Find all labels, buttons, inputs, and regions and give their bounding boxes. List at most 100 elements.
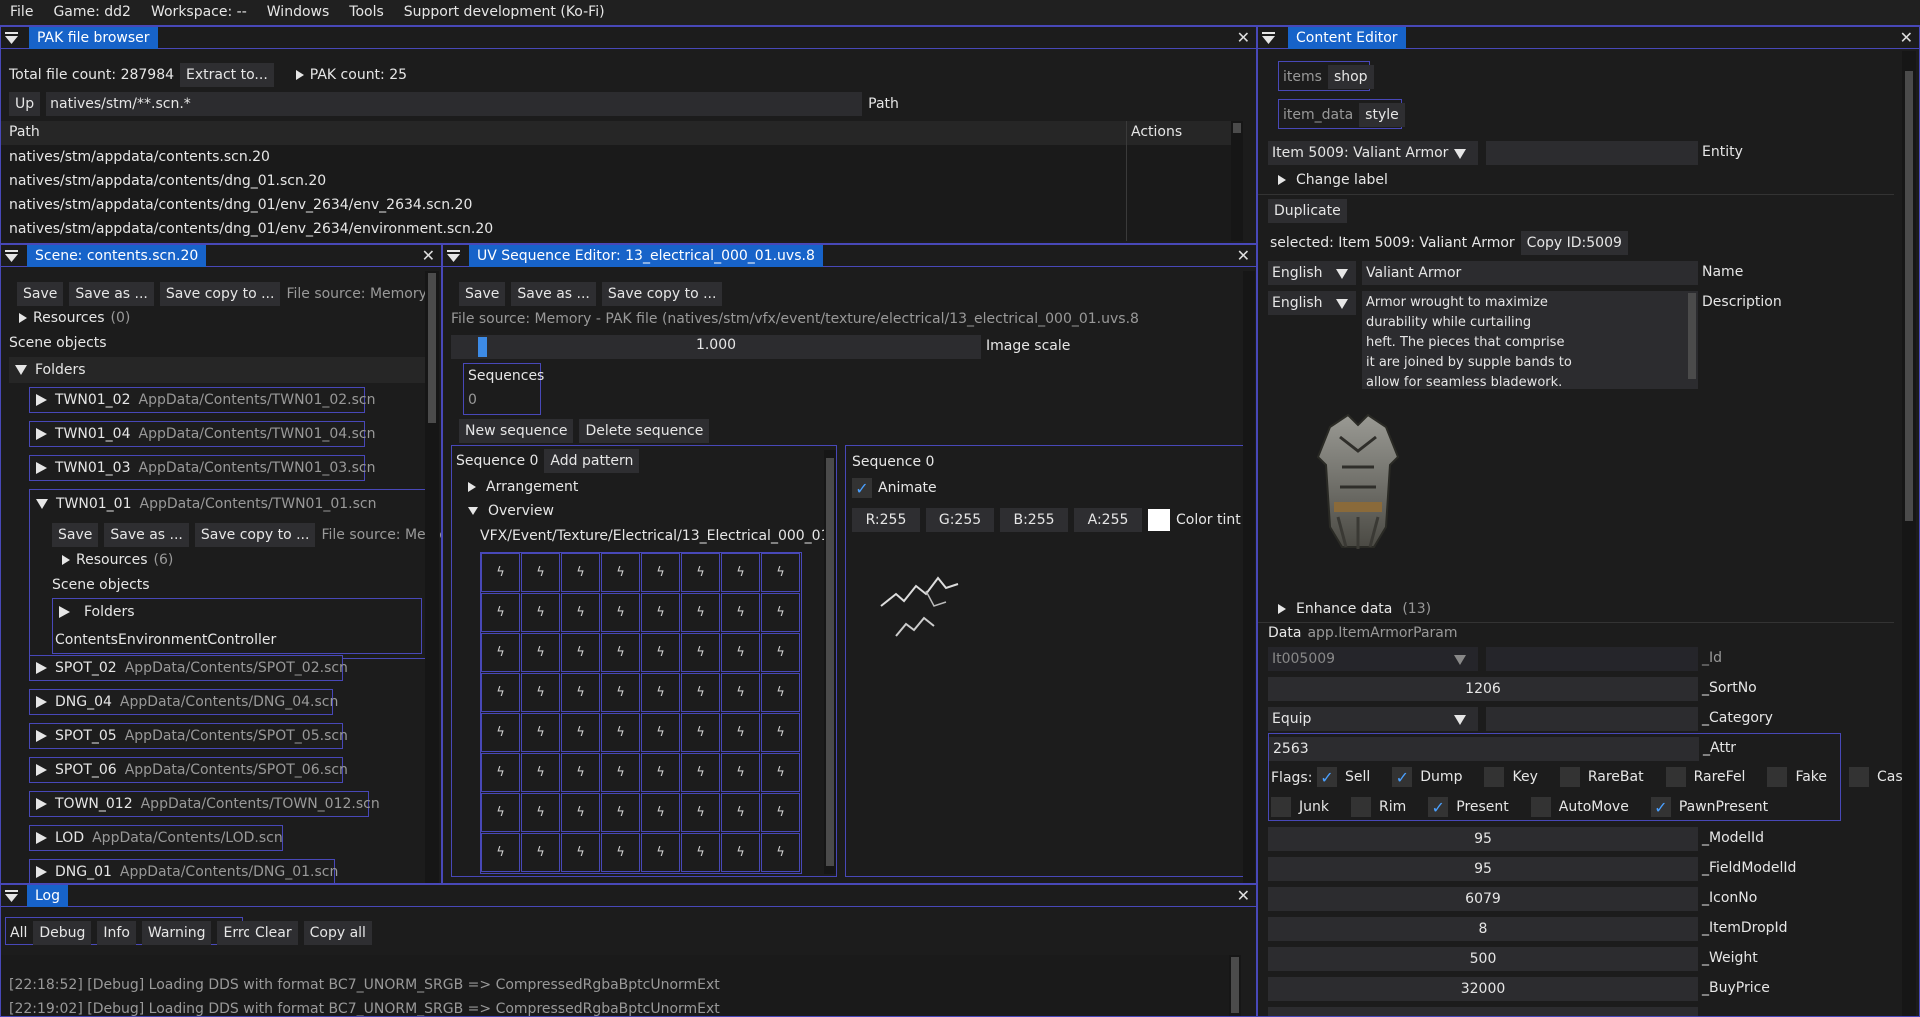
entity-search-input[interactable]: [1486, 141, 1698, 165]
menu-tools[interactable]: Tools: [349, 4, 384, 20]
expand-icon[interactable]: [468, 482, 476, 492]
duplicate-button[interactable]: Duplicate: [1268, 199, 1347, 223]
expand-icon[interactable]: [59, 606, 70, 618]
uv-pattern-cell[interactable]: ϟ: [641, 713, 680, 752]
save-button[interactable]: Save: [459, 282, 506, 306]
scrollbar[interactable]: [824, 450, 836, 874]
uv-pattern-cell[interactable]: ϟ: [521, 633, 560, 672]
sellprice-input-partial[interactable]: [1268, 1007, 1698, 1016]
col-actions[interactable]: Actions: [1131, 124, 1182, 140]
expand-icon[interactable]: [36, 798, 47, 810]
uv-pattern-cell[interactable]: ϟ: [481, 713, 520, 752]
window-menu-icon[interactable]: [5, 250, 18, 262]
folders-label[interactable]: Folders: [84, 604, 135, 620]
uv-pattern-cell[interactable]: ϟ: [681, 673, 720, 712]
up-button[interactable]: Up: [9, 92, 41, 116]
uv-pattern-cell[interactable]: ϟ: [641, 593, 680, 632]
flag-sell-checkbox[interactable]: ✓: [1317, 767, 1337, 787]
uv-pattern-cell[interactable]: ϟ: [761, 833, 800, 872]
save-copy-button[interactable]: Save copy to ...: [159, 282, 281, 306]
id-dropdown[interactable]: It005009: [1268, 647, 1478, 671]
menu-support[interactable]: Support development (Ko-Fi): [404, 4, 605, 20]
scene-node-lod[interactable]: LOD AppData/Contents/LOD.scn: [29, 825, 283, 851]
weight-input[interactable]: 500: [1268, 947, 1698, 971]
col-path[interactable]: Path: [9, 124, 40, 140]
scene-node-twn01-04[interactable]: TWN01_04 AppData/Contents/TWN01_04.scn: [29, 421, 376, 447]
save-as-button[interactable]: Save as ...: [511, 282, 596, 306]
expand-icon[interactable]: [36, 696, 47, 708]
sortno-input[interactable]: 1206: [1268, 677, 1698, 701]
file-row[interactable]: natives/stm/appdata/contents/dng_01.scn.…: [9, 173, 326, 189]
scrollbar[interactable]: [1243, 271, 1255, 883]
file-row[interactable]: natives/stm/appdata/contents/dng_01/env_…: [9, 197, 472, 213]
tab-uv-editor[interactable]: UV Sequence Editor: 13_electrical_000_01…: [469, 245, 823, 267]
delete-sequence-button[interactable]: Delete sequence: [579, 419, 710, 443]
close-icon[interactable]: ✕: [1237, 28, 1250, 47]
pak-count[interactable]: PAK count: 25: [310, 67, 407, 83]
uv-pattern-cell[interactable]: ϟ: [761, 793, 800, 832]
flag-rarebat-checkbox[interactable]: [1559, 767, 1580, 787]
description-textarea[interactable]: Armor wrought to maximize durability whi…: [1362, 291, 1698, 390]
uv-pattern-cell[interactable]: ϟ: [721, 553, 760, 592]
uv-pattern-cell[interactable]: ϟ: [761, 633, 800, 672]
uv-pattern-cell[interactable]: ϟ: [481, 553, 520, 592]
uv-pattern-cell[interactable]: ϟ: [561, 833, 600, 872]
uv-pattern-cell[interactable]: ϟ: [601, 553, 640, 592]
scrollbar[interactable]: [1229, 955, 1241, 1016]
expand-icon[interactable]: [36, 866, 47, 878]
uv-pattern-cell[interactable]: ϟ: [481, 633, 520, 672]
flag-automove-checkbox[interactable]: [1530, 797, 1551, 817]
tab-pak-browser[interactable]: PAK file browser: [29, 27, 158, 49]
close-icon[interactable]: ✕: [1237, 246, 1250, 265]
uv-pattern-cell[interactable]: ϟ: [721, 713, 760, 752]
uv-pattern-cell[interactable]: ϟ: [721, 633, 760, 672]
flag-key-checkbox[interactable]: [1484, 767, 1505, 787]
category-search-input[interactable]: [1486, 707, 1698, 731]
resources-node[interactable]: Resources: [33, 310, 105, 326]
scene-node-spot05[interactable]: SPOT_05 AppData/Contents/SPOT_05.scn: [29, 723, 348, 749]
save-as-button[interactable]: Save as ...: [104, 523, 189, 547]
fieldmodelid-input[interactable]: 95: [1268, 857, 1698, 881]
description-language-dropdown[interactable]: English: [1268, 291, 1356, 315]
save-button[interactable]: Save: [52, 523, 99, 547]
expand-icon[interactable]: [36, 428, 47, 440]
uv-pattern-cell[interactable]: ϟ: [681, 593, 720, 632]
path-input[interactable]: natives/stm/**.scn.*: [46, 92, 863, 116]
uv-pattern-cell[interactable]: ϟ: [601, 793, 640, 832]
scrollbar[interactable]: [1231, 121, 1243, 241]
menu-windows[interactable]: Windows: [267, 4, 330, 20]
tag-items[interactable]: items: [1283, 69, 1322, 85]
expand-icon[interactable]: [36, 394, 47, 406]
scene-node-spot06[interactable]: SPOT_06 AppData/Contents/SPOT_06.scn: [29, 757, 348, 783]
expand-icon[interactable]: [19, 313, 27, 323]
name-input[interactable]: Valiant Armor: [1362, 261, 1698, 285]
uv-pattern-cell[interactable]: ϟ: [601, 593, 640, 632]
uv-pattern-cell[interactable]: ϟ: [521, 713, 560, 752]
scene-node-spot02[interactable]: SPOT_02 AppData/Contents/SPOT_02.scn: [29, 655, 348, 681]
menu-workspace[interactable]: Workspace: --: [151, 4, 247, 20]
collapse-icon[interactable]: [468, 507, 478, 515]
uv-pattern-cell[interactable]: ϟ: [761, 593, 800, 632]
window-menu-icon[interactable]: [5, 32, 18, 44]
uv-pattern-cell[interactable]: ϟ: [721, 593, 760, 632]
color-b-field[interactable]: B:255: [1000, 508, 1068, 532]
tag-style[interactable]: style: [1359, 103, 1405, 127]
expand-icon[interactable]: [1278, 604, 1286, 614]
collapse-icon[interactable]: [36, 499, 48, 509]
sequences-value[interactable]: 0: [468, 392, 477, 408]
category-dropdown[interactable]: Equip: [1268, 707, 1478, 731]
color-r-field[interactable]: R:255: [852, 508, 920, 532]
uv-pattern-cell[interactable]: ϟ: [481, 753, 520, 792]
uv-pattern-cell[interactable]: ϟ: [601, 673, 640, 712]
overview-node[interactable]: Overview: [488, 503, 554, 519]
uv-pattern-cell[interactable]: ϟ: [481, 593, 520, 632]
filter-debug[interactable]: Debug: [33, 921, 92, 945]
copy-all-button[interactable]: Copy all: [303, 921, 372, 945]
flag-rarefel-checkbox[interactable]: [1665, 767, 1686, 787]
uv-pattern-cell[interactable]: ϟ: [681, 753, 720, 792]
clear-button[interactable]: Clear: [249, 921, 298, 945]
tab-scene[interactable]: Scene: contents.scn.20: [27, 245, 207, 267]
entity-dropdown[interactable]: Item 5009: Valiant Armor: [1268, 141, 1478, 165]
arrangement-node[interactable]: Arrangement: [486, 479, 578, 495]
uv-pattern-cell[interactable]: ϟ: [561, 553, 600, 592]
